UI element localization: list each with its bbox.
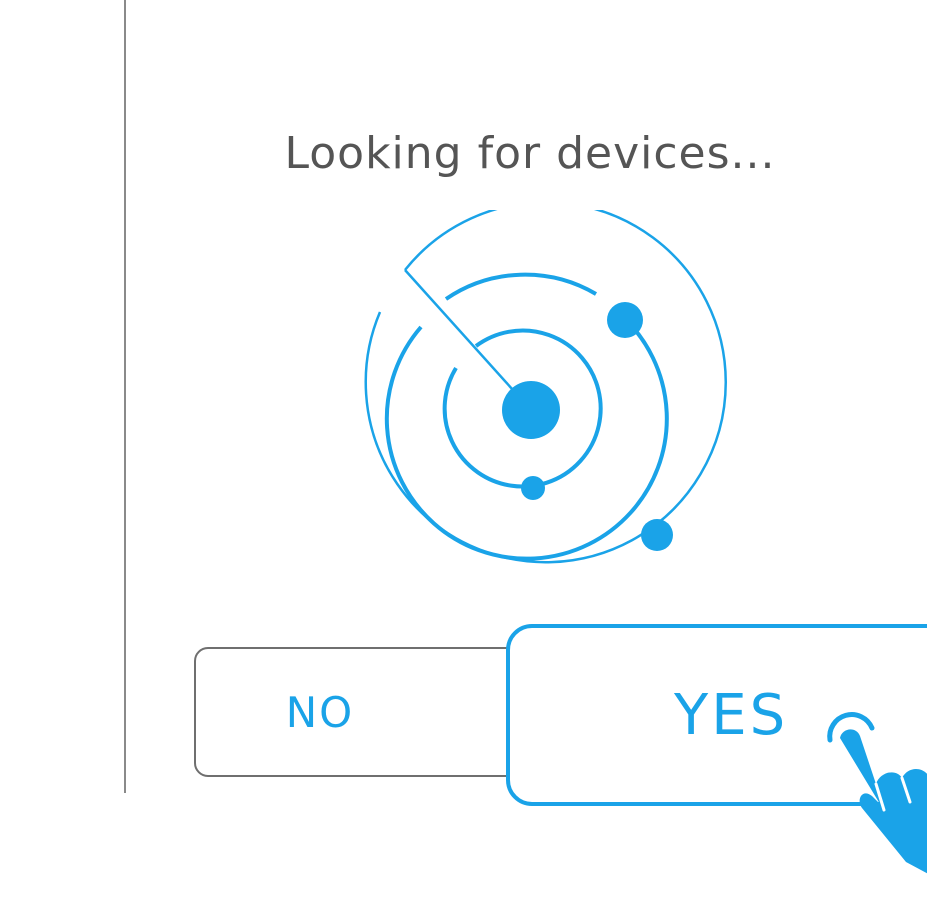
screen: Looking for devices... NO YES bbox=[0, 0, 927, 913]
radar-middle-ring-top bbox=[444, 272, 598, 301]
device-dot-top-right bbox=[607, 302, 643, 338]
yes-button-label: YES bbox=[674, 682, 789, 748]
radar-center-dot bbox=[502, 381, 560, 439]
device-dot-bottom bbox=[521, 476, 545, 500]
no-button[interactable]: NO bbox=[194, 647, 534, 777]
no-button-label: NO bbox=[285, 687, 355, 737]
device-dot-outer-bottom-right bbox=[641, 519, 673, 551]
tap-hand-icon bbox=[827, 712, 927, 874]
dialog-title: Looking for devices... bbox=[284, 128, 776, 179]
radar-scan-icon bbox=[364, 210, 727, 564]
